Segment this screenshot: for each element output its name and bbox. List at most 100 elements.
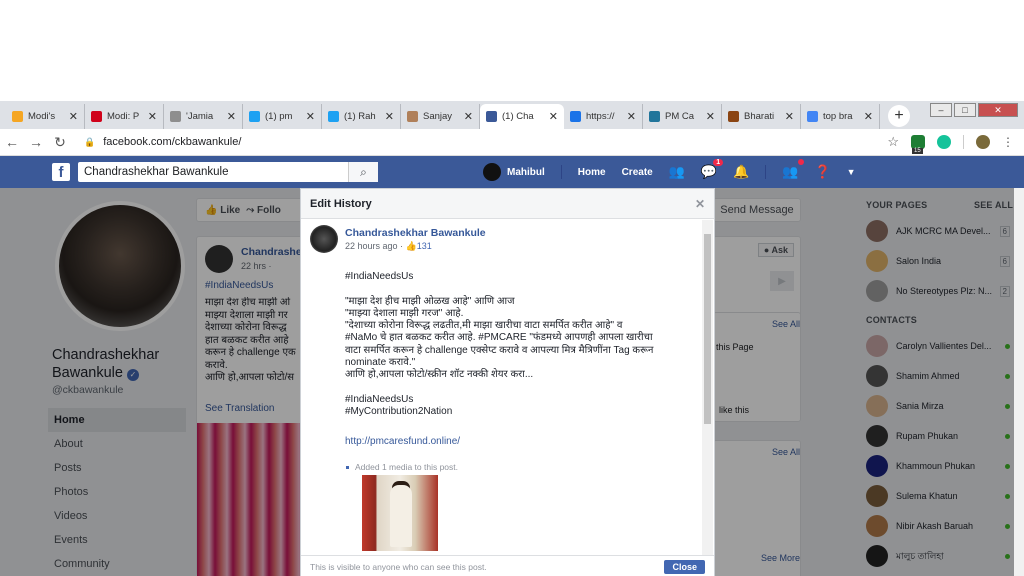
close-icon[interactable]: ✕	[695, 197, 705, 211]
tab-favicon-icon	[170, 111, 181, 122]
like-count-icon: 👍	[405, 241, 417, 251]
media-note: Added 1 media to this post.	[355, 462, 459, 472]
forward-icon[interactable]: →	[24, 134, 48, 150]
tab-title: (1) Rah	[344, 111, 376, 122]
tab-favicon-icon	[407, 111, 418, 122]
star-icon[interactable]: ☆	[887, 134, 899, 150]
create-link[interactable]: Create	[622, 167, 653, 178]
tab-title: (1) Cha	[502, 111, 534, 122]
profile-page: Chandrashekhar Bawankule ✓ @ckbawankule …	[0, 188, 1024, 576]
account-menu-icon[interactable]: ▼	[847, 167, 856, 177]
tab-favicon-icon	[570, 111, 581, 122]
page-scrollbar[interactable]	[1014, 188, 1024, 576]
menu-icon[interactable]: ⋮	[1002, 135, 1014, 149]
post-meta: 22 hours ago · 👍131	[345, 241, 432, 251]
grammarly-icon[interactable]	[937, 135, 951, 149]
browser-tab[interactable]: (1) pm ✕	[243, 104, 322, 129]
tab-title: Modi: P	[107, 111, 140, 122]
tab-title: top bra	[823, 111, 853, 122]
tab-favicon-icon	[649, 111, 660, 122]
maximize-button[interactable]: □	[954, 103, 976, 117]
facebook-search-input[interactable]: Chandrashekhar Bawankule ⌕	[78, 162, 378, 182]
facebook-nav: Mahibul Home Create 👥 💬 1 🔔 👥 ❓ ▼	[483, 156, 856, 188]
tab-close-icon[interactable]: ✕	[306, 110, 315, 123]
user-name: Mahibul	[507, 166, 545, 178]
help-icon[interactable]: ❓	[814, 164, 830, 180]
address-bar[interactable]: 🔒 facebook.com/ckbawankule/	[84, 136, 887, 148]
extension-icon[interactable]: 15	[911, 135, 925, 154]
tab-title: Sanjay	[423, 111, 453, 122]
tab-close-icon[interactable]: ✕	[785, 110, 794, 123]
browser-toolbar: ← → ↻ 🔒 facebook.com/ckbawankule/ ☆ 15 ⋮	[0, 129, 1024, 156]
window-controls: ‒ □ ✕	[930, 103, 1018, 117]
tab-close-icon[interactable]: ✕	[148, 110, 157, 123]
tab-close-icon[interactable]: ✕	[464, 110, 473, 123]
tab-strip: Modi's ✕ Modi: P ✕ 'Jamia ✕ (1) pm ✕ (1) Rah ✕ San…	[0, 101, 1024, 129]
tab-close-icon[interactable]: ✕	[227, 110, 236, 123]
tab-close-icon[interactable]: ✕	[385, 110, 394, 123]
tab-close-icon[interactable]: ✕	[69, 110, 78, 123]
dialog-scroll-thumb[interactable]	[704, 234, 711, 424]
user-profile-link[interactable]: Mahibul	[483, 163, 545, 181]
tab-close-icon[interactable]: ✕	[627, 110, 636, 123]
notifications-icon[interactable]: 🔔	[733, 164, 749, 180]
dialog-title: Edit History	[310, 197, 372, 210]
close-button[interactable]: Close	[664, 560, 705, 574]
browser-tab[interactable]: https:// ✕	[564, 104, 643, 129]
search-value: Chandrashekhar Bawankule	[84, 166, 229, 178]
reaction-count[interactable]: 131	[417, 241, 432, 251]
messenger-badge: 1	[713, 159, 724, 166]
media-thumbnail[interactable]	[362, 475, 438, 551]
lock-icon: 🔒	[84, 136, 96, 147]
dialog-scrollbar[interactable]	[702, 220, 713, 555]
friends-icon[interactable]: 👥	[669, 164, 685, 180]
reload-icon[interactable]: ↻	[48, 134, 72, 151]
tab-favicon-icon	[486, 111, 497, 122]
browser-tab[interactable]: Sanjay ✕	[401, 104, 480, 129]
browser-tab[interactable]: Modi's ✕	[6, 104, 85, 129]
browser-tab[interactable]: Bharati ✕	[722, 104, 801, 129]
home-link[interactable]: Home	[578, 167, 606, 178]
dialog-header: Edit History ✕	[301, 189, 714, 219]
post-link[interactable]: http://pmcaresfund.online/	[345, 436, 460, 447]
tab-title: PM Ca	[665, 111, 695, 122]
browser-tab[interactable]: 'Jamia ✕	[164, 104, 243, 129]
tab-favicon-icon	[728, 111, 739, 122]
minimize-button[interactable]: ‒	[930, 103, 952, 117]
browser-tab[interactable]: Modi: P ✕	[85, 104, 164, 129]
edit-history-dialog: Edit History ✕ Chandrashekhar Bawankule …	[300, 188, 715, 576]
facebook-logo-icon[interactable]: f	[52, 163, 70, 181]
back-icon[interactable]: ←	[0, 134, 24, 150]
browser-tab[interactable]: PM Ca ✕	[643, 104, 722, 129]
post-text: #IndiaNeedsUs "माझा देश हीच माझी ओळख आहे…	[345, 271, 654, 418]
new-tab-button[interactable]: +	[888, 105, 910, 127]
dialog-body: Chandrashekhar Bawankule 22 hours ago · …	[301, 220, 704, 555]
tab-favicon-icon	[328, 111, 339, 122]
browser-tab[interactable]: (1) Cha ✕	[480, 104, 564, 129]
tab-close-icon[interactable]: ✕	[706, 110, 715, 123]
avatar	[483, 163, 501, 181]
author-avatar[interactable]	[310, 225, 338, 253]
tab-favicon-icon	[12, 111, 23, 122]
tab-title: https://	[586, 111, 615, 122]
close-window-button[interactable]: ✕	[978, 103, 1018, 117]
profile-avatar[interactable]	[976, 135, 990, 149]
search-icon[interactable]: ⌕	[348, 162, 378, 182]
tab-title: (1) pm	[265, 111, 293, 122]
dialog-footer: This is visible to anyone who can see th…	[301, 555, 714, 576]
browser-tab[interactable]: (1) Rah ✕	[322, 104, 401, 129]
messenger-icon[interactable]: 💬 1	[701, 159, 724, 180]
tab-close-icon[interactable]: ✕	[549, 110, 558, 123]
toolbar-right: ☆ 15 ⋮	[887, 134, 1014, 154]
quick-help-icon[interactable]: 👥	[782, 159, 805, 180]
visibility-note: This is visible to anyone who can see th…	[310, 561, 487, 572]
browser-tab[interactable]: top bra ✕	[801, 104, 880, 129]
url-text: facebook.com/ckbawankule/	[103, 136, 242, 148]
tab-favicon-icon	[807, 111, 818, 122]
tab-close-icon[interactable]: ✕	[864, 110, 873, 123]
tab-favicon-icon	[249, 111, 260, 122]
author-name[interactable]: Chandrashekhar Bawankule	[345, 227, 486, 239]
tab-title: 'Jamia	[186, 111, 214, 122]
extension-badge: 15	[912, 148, 923, 154]
facebook-header: f Chandrashekhar Bawankule ⌕ Mahibul Hom…	[0, 156, 1024, 188]
